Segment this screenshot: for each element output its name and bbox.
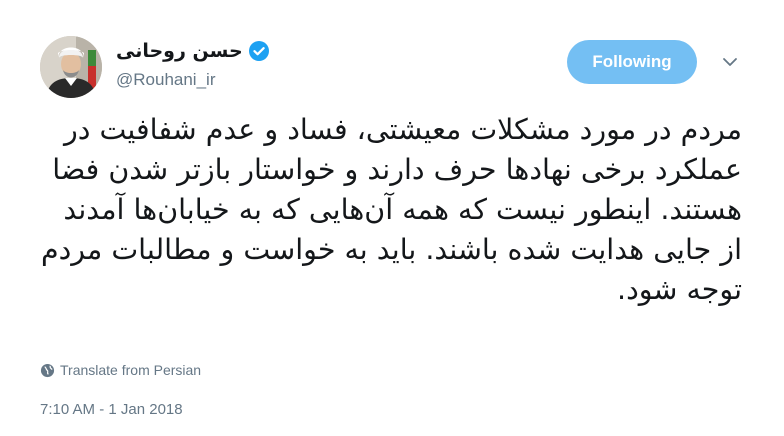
avatar[interactable] [40, 36, 102, 98]
author-handle[interactable]: @Rouhani_ir [116, 70, 215, 90]
translate-link[interactable]: Translate from Persian [40, 362, 201, 378]
avatar-image [40, 36, 102, 98]
tweet-timestamp[interactable]: 7:10 AM - 1 Jan 2018 [40, 401, 183, 418]
tweet-text: مردم در مورد مشکلات معیشتی، فساد و عدم ش… [40, 113, 742, 306]
author-name-row[interactable]: حسن روحانی [116, 38, 269, 64]
following-button[interactable]: Following [567, 40, 697, 84]
translate-label[interactable]: Translate from Persian [60, 362, 201, 378]
globe-icon [40, 363, 55, 377]
chevron-down-icon[interactable] [720, 52, 740, 72]
display-name[interactable]: حسن روحانی [116, 40, 243, 62]
verified-badge-icon [248, 41, 269, 61]
